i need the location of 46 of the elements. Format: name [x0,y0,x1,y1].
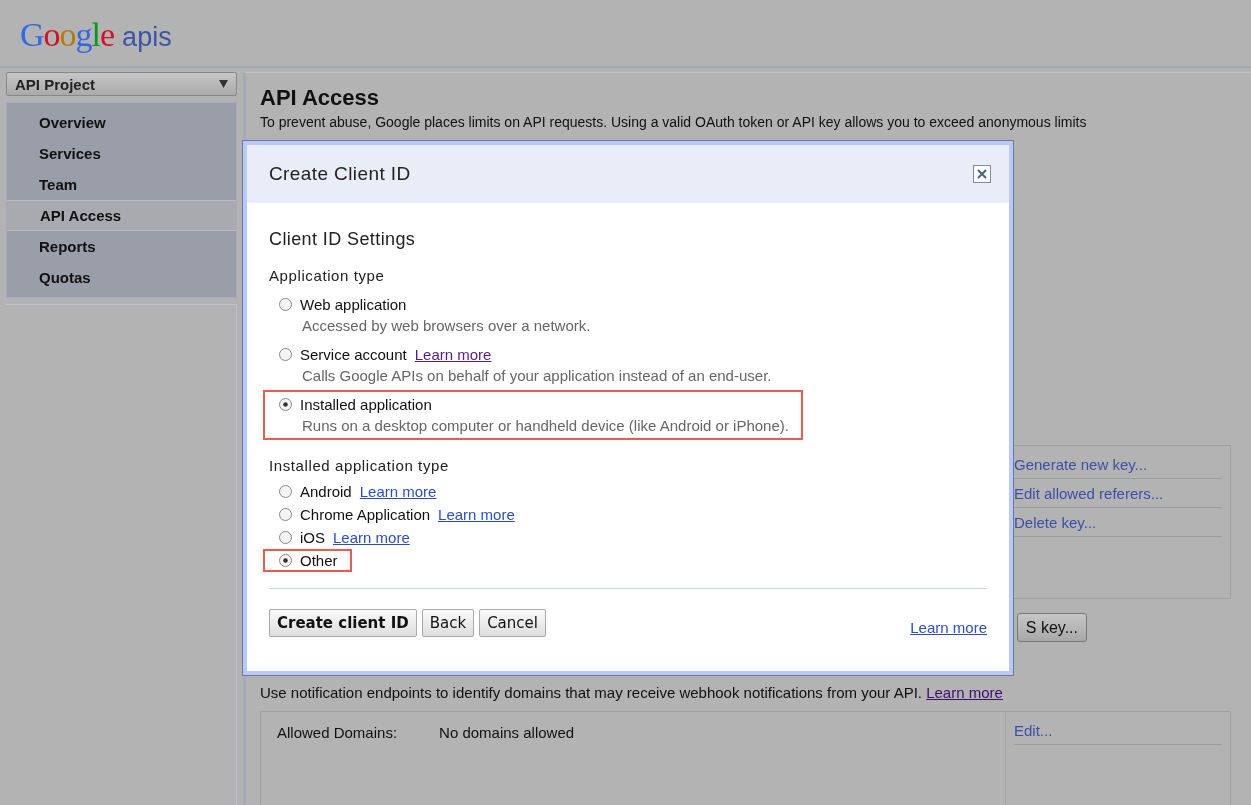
learn-more-link[interactable]: Learn more [910,618,987,636]
group-label: Application type [269,267,386,284]
notification-text: Use notification endpoints to identify domains that may receive webhook notifications from your API. Learn more [260,684,1004,701]
sidebar-item[interactable]: Team [7,169,236,200]
key-button[interactable]: S key... [1016,613,1087,642]
group-label: Installed application type [269,457,450,474]
radio-button[interactable] [279,298,292,311]
option-label: Service account [300,346,407,363]
dialog-button[interactable]: Create client ID [269,609,417,637]
dialog-button[interactable]: Back [421,609,475,637]
learn-more-link[interactable]: Learn more [414,346,492,363]
intro-text: To prevent abuse, Google places limits on API requests. Using a valid OAuth token or API key allows you to exceed anonymous limits [260,114,1088,131]
radio-button[interactable] [279,485,292,498]
option-label: iOS [300,529,325,546]
learn-more-link[interactable]: Learn more [333,529,410,546]
sidebar-item[interactable]: Quotas [7,262,236,293]
project-dropdown[interactable]: API Project [6,72,237,96]
option-label: Web application [300,296,407,313]
learn-more-link[interactable]: Learn more [926,684,1003,701]
close-icon[interactable] [973,165,991,183]
option-description: Accessed by web browsers over a network. [302,317,591,334]
option-description: Calls Google APIs on behalf of your application instead of an end-user. [302,367,772,384]
field-value: No domains allowed [439,724,575,743]
sidebar-item[interactable]: API Access [7,200,236,231]
field-label: Allowed Domains: [277,724,398,743]
sidebar-item[interactable]: Reports [7,231,236,262]
sidebar-item[interactable]: Services [7,138,236,169]
radio-button[interactable] [279,554,292,567]
sidebar-item[interactable]: Overview [7,107,236,138]
radio-button[interactable] [279,398,292,411]
learn-more-link[interactable]: Learn more [359,483,437,500]
option-label: Chrome Application [300,506,431,523]
learn-more-link[interactable]: Learn more [438,506,515,523]
dropdown-arrow-icon [219,80,228,88]
logo: Google apis [20,16,172,54]
radio-button[interactable] [279,348,292,361]
option-label: Other [300,552,338,569]
section-title: Client ID Settings [269,229,417,250]
option-description: Runs on a desktop computer or handheld device (like Android or iPhone). [302,417,789,434]
radio-button[interactable] [279,508,292,521]
dialog-button[interactable]: Cancel [479,609,546,637]
dialog-title: Create Client ID [269,163,411,185]
page-title: API Access [260,85,381,111]
option-label: Installed application [300,396,432,413]
option-label: Android [300,483,352,500]
radio-button[interactable] [279,531,292,544]
